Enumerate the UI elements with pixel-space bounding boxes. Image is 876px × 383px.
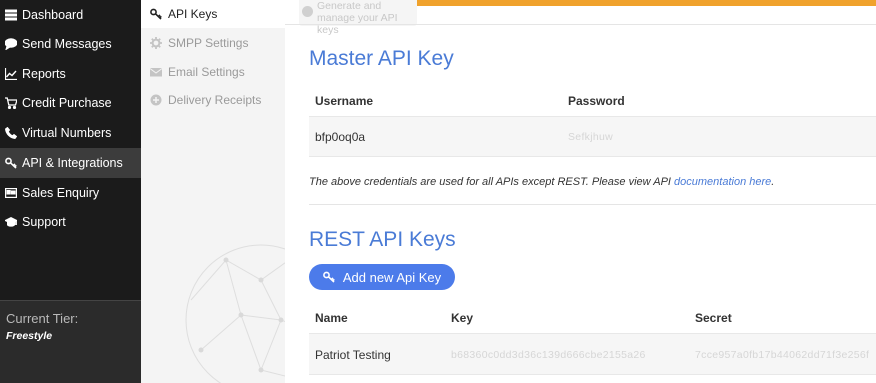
main-content: Generate and manage your API keys Master…: [285, 0, 876, 383]
api-key-value: b68360c0dd3d36c139d666cbe2155a26: [451, 349, 646, 361]
rest-api-keys-title: REST API Keys: [309, 228, 456, 251]
key-icon: [322, 271, 335, 283]
api-key-name: Patriot Testing: [315, 348, 391, 362]
sidebar-item-virtual-numbers[interactable]: Virtual Numbers: [0, 118, 141, 148]
info-notice: Generate and manage your API keys: [299, 0, 417, 36]
card-icon: [5, 187, 17, 199]
master-api-key-title: Master API Key: [309, 47, 454, 70]
subnav-item-label: SMPP Settings: [168, 36, 249, 50]
column-header-secret: Secret: [695, 311, 732, 325]
tier-label: Current Tier:: [6, 311, 79, 326]
menu-icon: [5, 9, 17, 21]
credentials-note: The above credentials are used for all A…: [309, 176, 774, 188]
api-secret-value: 7cce957a0fb17b44062dd71f3e256f: [695, 349, 870, 361]
tier-value: Freestyle: [6, 330, 53, 342]
notice-text: Generate and manage your API keys: [317, 0, 398, 36]
sub-sidebar: API Keys SMPP Settings Email Settings De…: [141, 0, 285, 383]
subnav-item-smpp-settings[interactable]: SMPP Settings: [141, 29, 285, 57]
column-header-key: Key: [451, 311, 474, 325]
username-value: bfp0oq0a: [315, 130, 366, 144]
divider: [285, 24, 876, 25]
documentation-link[interactable]: documentation here: [674, 176, 771, 188]
key-icon: [5, 157, 17, 169]
sidebar-item-support[interactable]: Support: [0, 207, 141, 237]
sidebar-item-label: API & Integrations: [22, 156, 123, 170]
subnav-item-label: Delivery Receipts: [168, 93, 262, 107]
sidebar-item-reports[interactable]: Reports: [0, 59, 141, 89]
sidebar-item-label: Send Messages: [22, 37, 112, 51]
graduation-cap-icon: [5, 216, 17, 228]
key-icon: [150, 8, 162, 20]
sidebar-item-api-integrations[interactable]: API & Integrations: [0, 148, 141, 178]
sidebar-item-label: Reports: [22, 67, 66, 81]
subnav-item-api-keys[interactable]: API Keys: [141, 0, 285, 28]
sidebar-item-label: Support: [22, 215, 66, 229]
cart-icon: [5, 97, 17, 109]
subnav-item-label: Email Settings: [168, 65, 245, 79]
sidebar-item-label: Dashboard: [22, 8, 84, 22]
sidebar-item-label: Credit Purchase: [22, 96, 112, 110]
subnav-item-delivery-receipts[interactable]: Delivery Receipts: [141, 86, 285, 114]
note-text: The above credentials are used for all A…: [309, 176, 675, 188]
subnav-item-email-settings[interactable]: Email Settings: [141, 58, 285, 86]
section-divider: [309, 204, 876, 205]
plus-circle-icon: [150, 94, 162, 106]
line-chart-icon: [5, 68, 17, 80]
chat-icon: [5, 38, 17, 50]
globe-watermark: [185, 244, 285, 383]
sidebar-item-send-messages[interactable]: Send Messages: [0, 29, 141, 59]
subnav-item-label: API Keys: [168, 7, 218, 21]
column-header-username: Username: [315, 94, 374, 108]
sidebar-item-credit-purchase[interactable]: Credit Purchase: [0, 88, 141, 118]
phone-icon: [5, 127, 17, 139]
add-api-key-label: Add new Api Key: [342, 269, 442, 285]
tier-panel: Current Tier: Freestyle: [0, 300, 141, 383]
password-value: Sefkjhuw: [568, 131, 614, 143]
sidebar-item-dashboard[interactable]: Dashboard: [0, 0, 141, 30]
gear-icon: [150, 37, 162, 49]
envelope-icon: [150, 66, 162, 78]
column-header-password: Password: [568, 94, 625, 108]
main-sidebar: Dashboard Send Messages Reports Credit P…: [0, 0, 141, 383]
sidebar-item-label: Virtual Numbers: [22, 126, 112, 140]
column-header-name: Name: [315, 311, 348, 325]
note-end: .: [771, 176, 775, 188]
info-icon: [302, 6, 313, 17]
sidebar-item-sales-enquiry[interactable]: Sales Enquiry: [0, 178, 141, 208]
sidebar-item-label: Sales Enquiry: [22, 186, 100, 200]
add-api-key-button[interactable]: Add new Api Key: [309, 264, 455, 290]
